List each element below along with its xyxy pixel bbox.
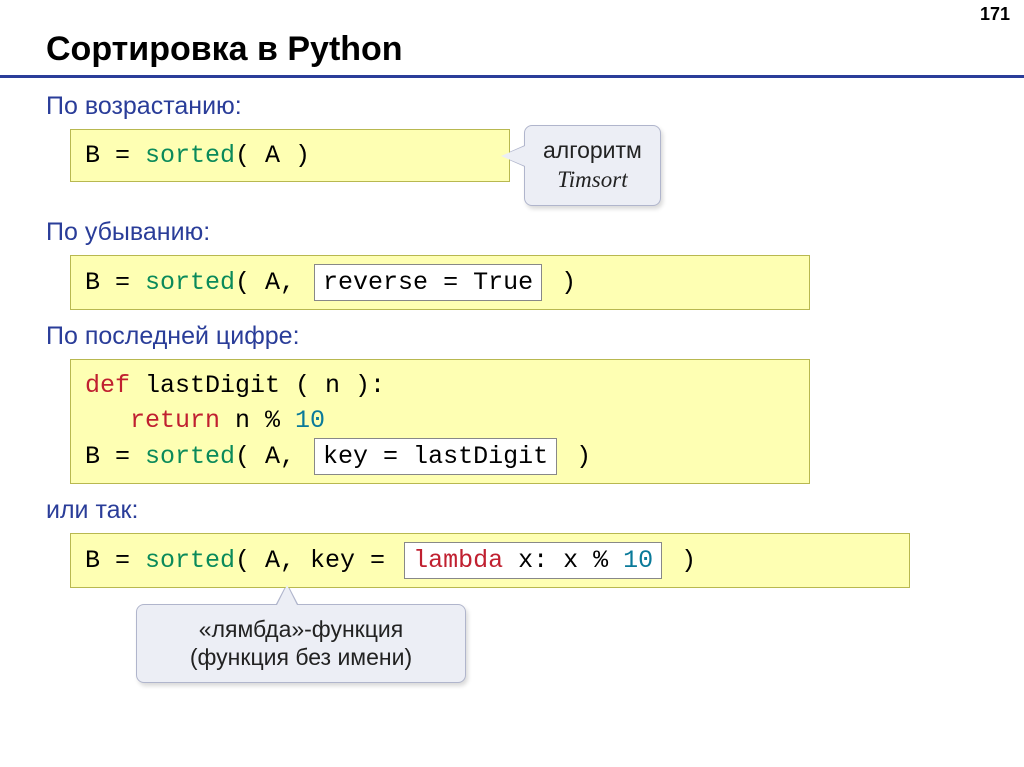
label-descending: По убыванию: bbox=[46, 218, 978, 247]
callout-text: «лямбда»-функция bbox=[199, 616, 403, 642]
callout-text: (функция без имени) bbox=[190, 644, 412, 670]
code-fn: sorted bbox=[145, 442, 235, 471]
code-inset-reverse: reverse = True bbox=[314, 264, 542, 301]
code-text: ) bbox=[561, 442, 591, 471]
code-fn: sorted bbox=[145, 268, 235, 297]
code-text: ( A ) bbox=[235, 141, 310, 170]
label-lastdigit: По последней цифре: bbox=[46, 322, 978, 351]
code-fn: sorted bbox=[145, 141, 235, 170]
label-ascending: По возрастанию: bbox=[46, 92, 978, 121]
code-text: B = bbox=[85, 546, 145, 575]
page-title: Сортировка в Python bbox=[0, 0, 1024, 78]
page-number: 171 bbox=[980, 4, 1010, 25]
code-text: ) bbox=[666, 546, 696, 575]
code-text: B = bbox=[85, 442, 145, 471]
content-area: По возрастанию: B = sorted( A ) алгоритм… bbox=[0, 92, 1024, 683]
code-text: ) bbox=[546, 268, 576, 297]
code-def: def bbox=[85, 371, 130, 400]
code-num: 10 bbox=[623, 546, 653, 575]
code-lambda: B = sorted( A, key = lambda x: x % 10 ) bbox=[70, 533, 910, 588]
code-text: ( A, key = bbox=[235, 546, 400, 575]
callout-text: алгоритм bbox=[543, 137, 642, 163]
callout-timsort: алгоритм Timsort bbox=[524, 125, 661, 206]
label-lambda-alt: или так: bbox=[46, 496, 978, 525]
code-text: n % bbox=[220, 406, 295, 435]
code-text: ( A, bbox=[235, 268, 310, 297]
code-inset-key: key = lastDigit bbox=[314, 438, 557, 475]
code-text: x: x % bbox=[503, 546, 623, 575]
code-fn: sorted bbox=[145, 546, 235, 575]
callout-tail bbox=[501, 146, 525, 166]
callout-lambda: «лямбда»-функция (функция без имени) bbox=[136, 604, 466, 684]
code-lambda-kw: lambda bbox=[413, 546, 503, 575]
code-lastdigit: def lastDigit ( n ): return n % 10 B = s… bbox=[70, 359, 810, 484]
code-text: B = bbox=[85, 141, 145, 170]
code-descending: B = sorted( A, reverse = True ) bbox=[70, 255, 810, 310]
code-inset-lambda: lambda x: x % 10 bbox=[404, 542, 662, 579]
code-text: lastDigit ( n ): bbox=[130, 371, 385, 400]
code-text: B = bbox=[85, 268, 145, 297]
code-text: ( A, bbox=[235, 442, 310, 471]
code-num: 10 bbox=[295, 406, 325, 435]
callout-tail bbox=[277, 585, 297, 605]
code-return: return bbox=[130, 406, 220, 435]
callout-text: Timsort bbox=[557, 167, 627, 192]
code-ascending: B = sorted( A ) bbox=[70, 129, 510, 182]
